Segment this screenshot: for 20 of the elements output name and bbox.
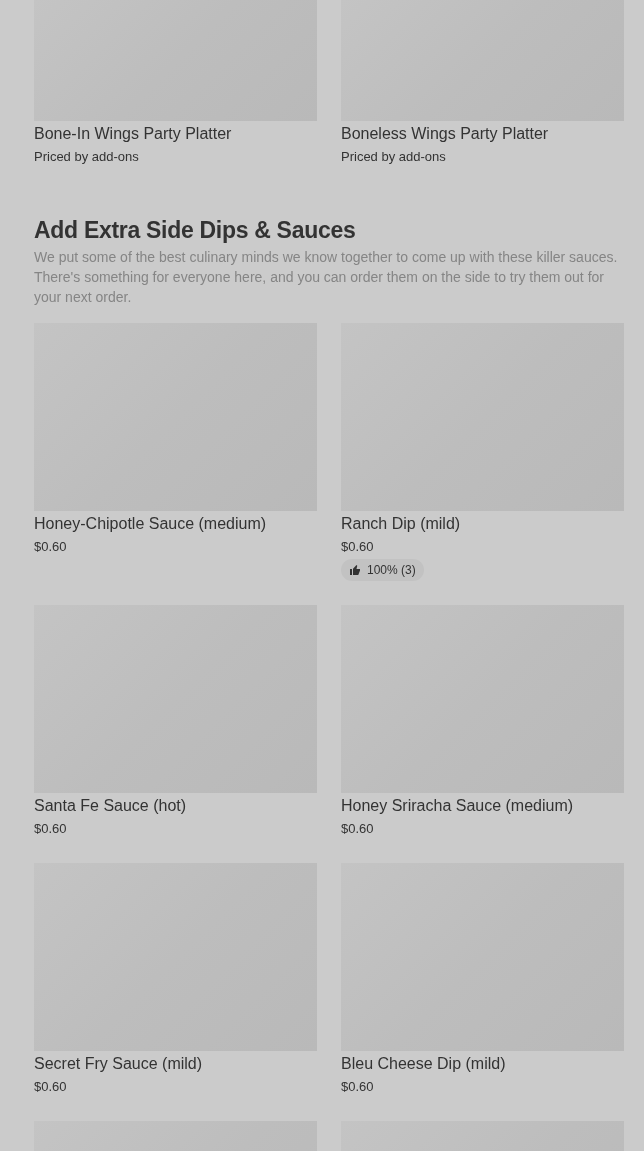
section-heading: Add Extra Side Dips & Sauces xyxy=(34,216,357,245)
item-price: $0.60 xyxy=(34,1078,68,1096)
item-price: $0.60 xyxy=(34,538,68,556)
section-description: We put some of the best culinary minds we know together to come up with these killer sauces. There's something for everyone here, and you can order them on the side to try them out for your next order. xyxy=(34,248,619,307)
item-price: $0.60 xyxy=(341,820,375,838)
item-price: Priced by add-ons xyxy=(34,148,140,166)
rating-text: 100% (3) xyxy=(367,563,416,577)
item-title: Boneless Wings Party Platter xyxy=(341,124,550,144)
item-title: Honey Sriracha Sauce (medium) xyxy=(341,796,575,816)
item-title: Ranch Dip (mild) xyxy=(341,514,462,534)
item-price: $0.60 xyxy=(34,820,68,838)
item-title: Bleu Cheese Dip (mild) xyxy=(341,1054,507,1074)
item-title: Honey-Chipotle Sauce (medium) xyxy=(34,514,268,534)
item-price: $0.60 xyxy=(341,538,375,556)
item-title: Secret Fry Sauce (mild) xyxy=(34,1054,204,1074)
thumbs-up-icon xyxy=(349,564,361,576)
item-title: Santa Fe Sauce (hot) xyxy=(34,796,188,816)
item-price: $0.60 xyxy=(341,1078,375,1096)
item-price: Priced by add-ons xyxy=(341,148,447,166)
item-title: Bone-In Wings Party Platter xyxy=(34,124,233,144)
